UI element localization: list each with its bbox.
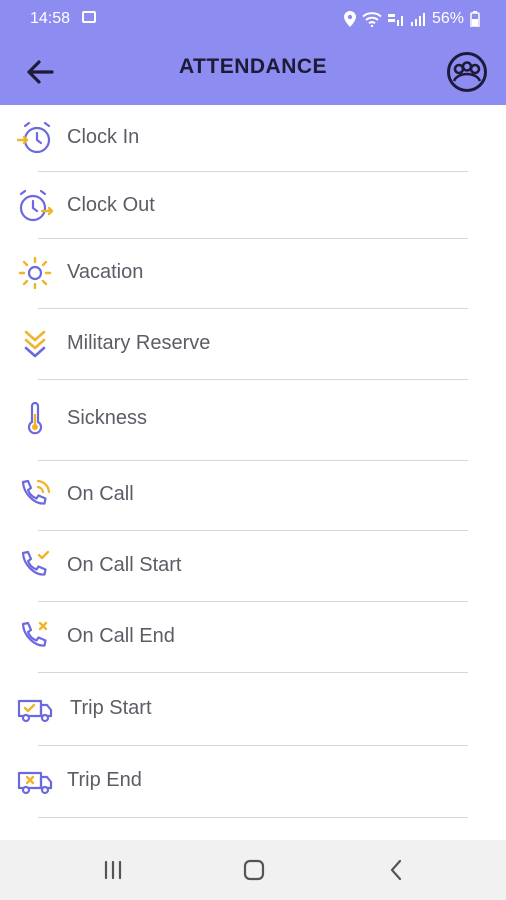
menu-item-clock-out[interactable]: Clock Out [0, 181, 506, 231]
menu-item-label: Clock Out [67, 194, 155, 216]
menu-item-label: Trip End [67, 769, 142, 791]
menu-item-label: Vacation [67, 261, 144, 283]
menu-item-sickness[interactable]: Sickness [0, 394, 506, 444]
battery-icon [470, 11, 480, 27]
menu-item-label: Sickness [67, 407, 148, 429]
top-app-bar: ATTENDANCE [0, 38, 506, 105]
phone-ringing-icon [21, 479, 51, 505]
truck-check-icon [17, 699, 53, 723]
menu-item-on-call-end[interactable]: On Call End [0, 612, 506, 662]
menu-item-trip-end[interactable]: Trip End [0, 756, 506, 806]
menu-item-clock-in[interactable]: Clock In [0, 113, 506, 163]
divider [38, 238, 468, 239]
divider [38, 672, 468, 673]
menu-item-label: On Call End [67, 625, 175, 647]
status-indicators: 56% [343, 10, 480, 28]
menu-item-military-reserve[interactable]: Military Reserve [0, 319, 506, 369]
clock-in-icon [16, 121, 51, 154]
home-icon[interactable] [234, 856, 274, 884]
recent-apps-icon[interactable] [93, 856, 133, 884]
divider [38, 601, 468, 602]
menu-item-on-call-start[interactable]: On Call Start [0, 541, 506, 591]
phone-x-icon [21, 621, 48, 647]
clock-out-icon [19, 189, 54, 222]
signal-icon [410, 13, 425, 26]
divider [38, 460, 468, 461]
menu-item-vacation[interactable]: Vacation [0, 248, 506, 298]
status-time: 14:58 [30, 10, 71, 27]
wifi-icon [362, 12, 382, 27]
location-icon [343, 11, 356, 27]
page-title: ATTENDANCE [178, 55, 328, 78]
divider [38, 817, 468, 818]
system-back-icon[interactable] [376, 856, 416, 884]
chevrons-down-icon [24, 330, 46, 358]
divider [38, 308, 468, 309]
divider [38, 530, 468, 531]
menu-item-label: On Call [67, 483, 134, 505]
divider [38, 379, 468, 380]
truck-x-icon [17, 771, 53, 795]
status-bar: 14:58 56% [0, 0, 506, 38]
gallery-notification-icon [82, 11, 96, 23]
sun-icon [18, 256, 52, 290]
app-header: 14:58 56% ATTENDANCE [0, 0, 506, 105]
menu-item-trip-start[interactable]: Trip Start [0, 684, 506, 734]
signal-volte-icon [387, 14, 403, 26]
menu-item-label: Military Reserve [67, 332, 211, 354]
system-navigation-bar [0, 840, 506, 900]
menu-item-label: Trip Start [70, 697, 152, 719]
divider [38, 171, 468, 172]
group-profile-icon[interactable] [446, 51, 488, 93]
menu-item-on-call[interactable]: On Call [0, 470, 506, 520]
thermometer-icon [27, 402, 43, 435]
battery-percent: 56% [431, 10, 464, 27]
menu-item-label: Clock In [67, 126, 140, 148]
phone-check-icon [21, 550, 50, 576]
divider [38, 745, 468, 746]
menu-item-label: On Call Start [67, 554, 182, 576]
